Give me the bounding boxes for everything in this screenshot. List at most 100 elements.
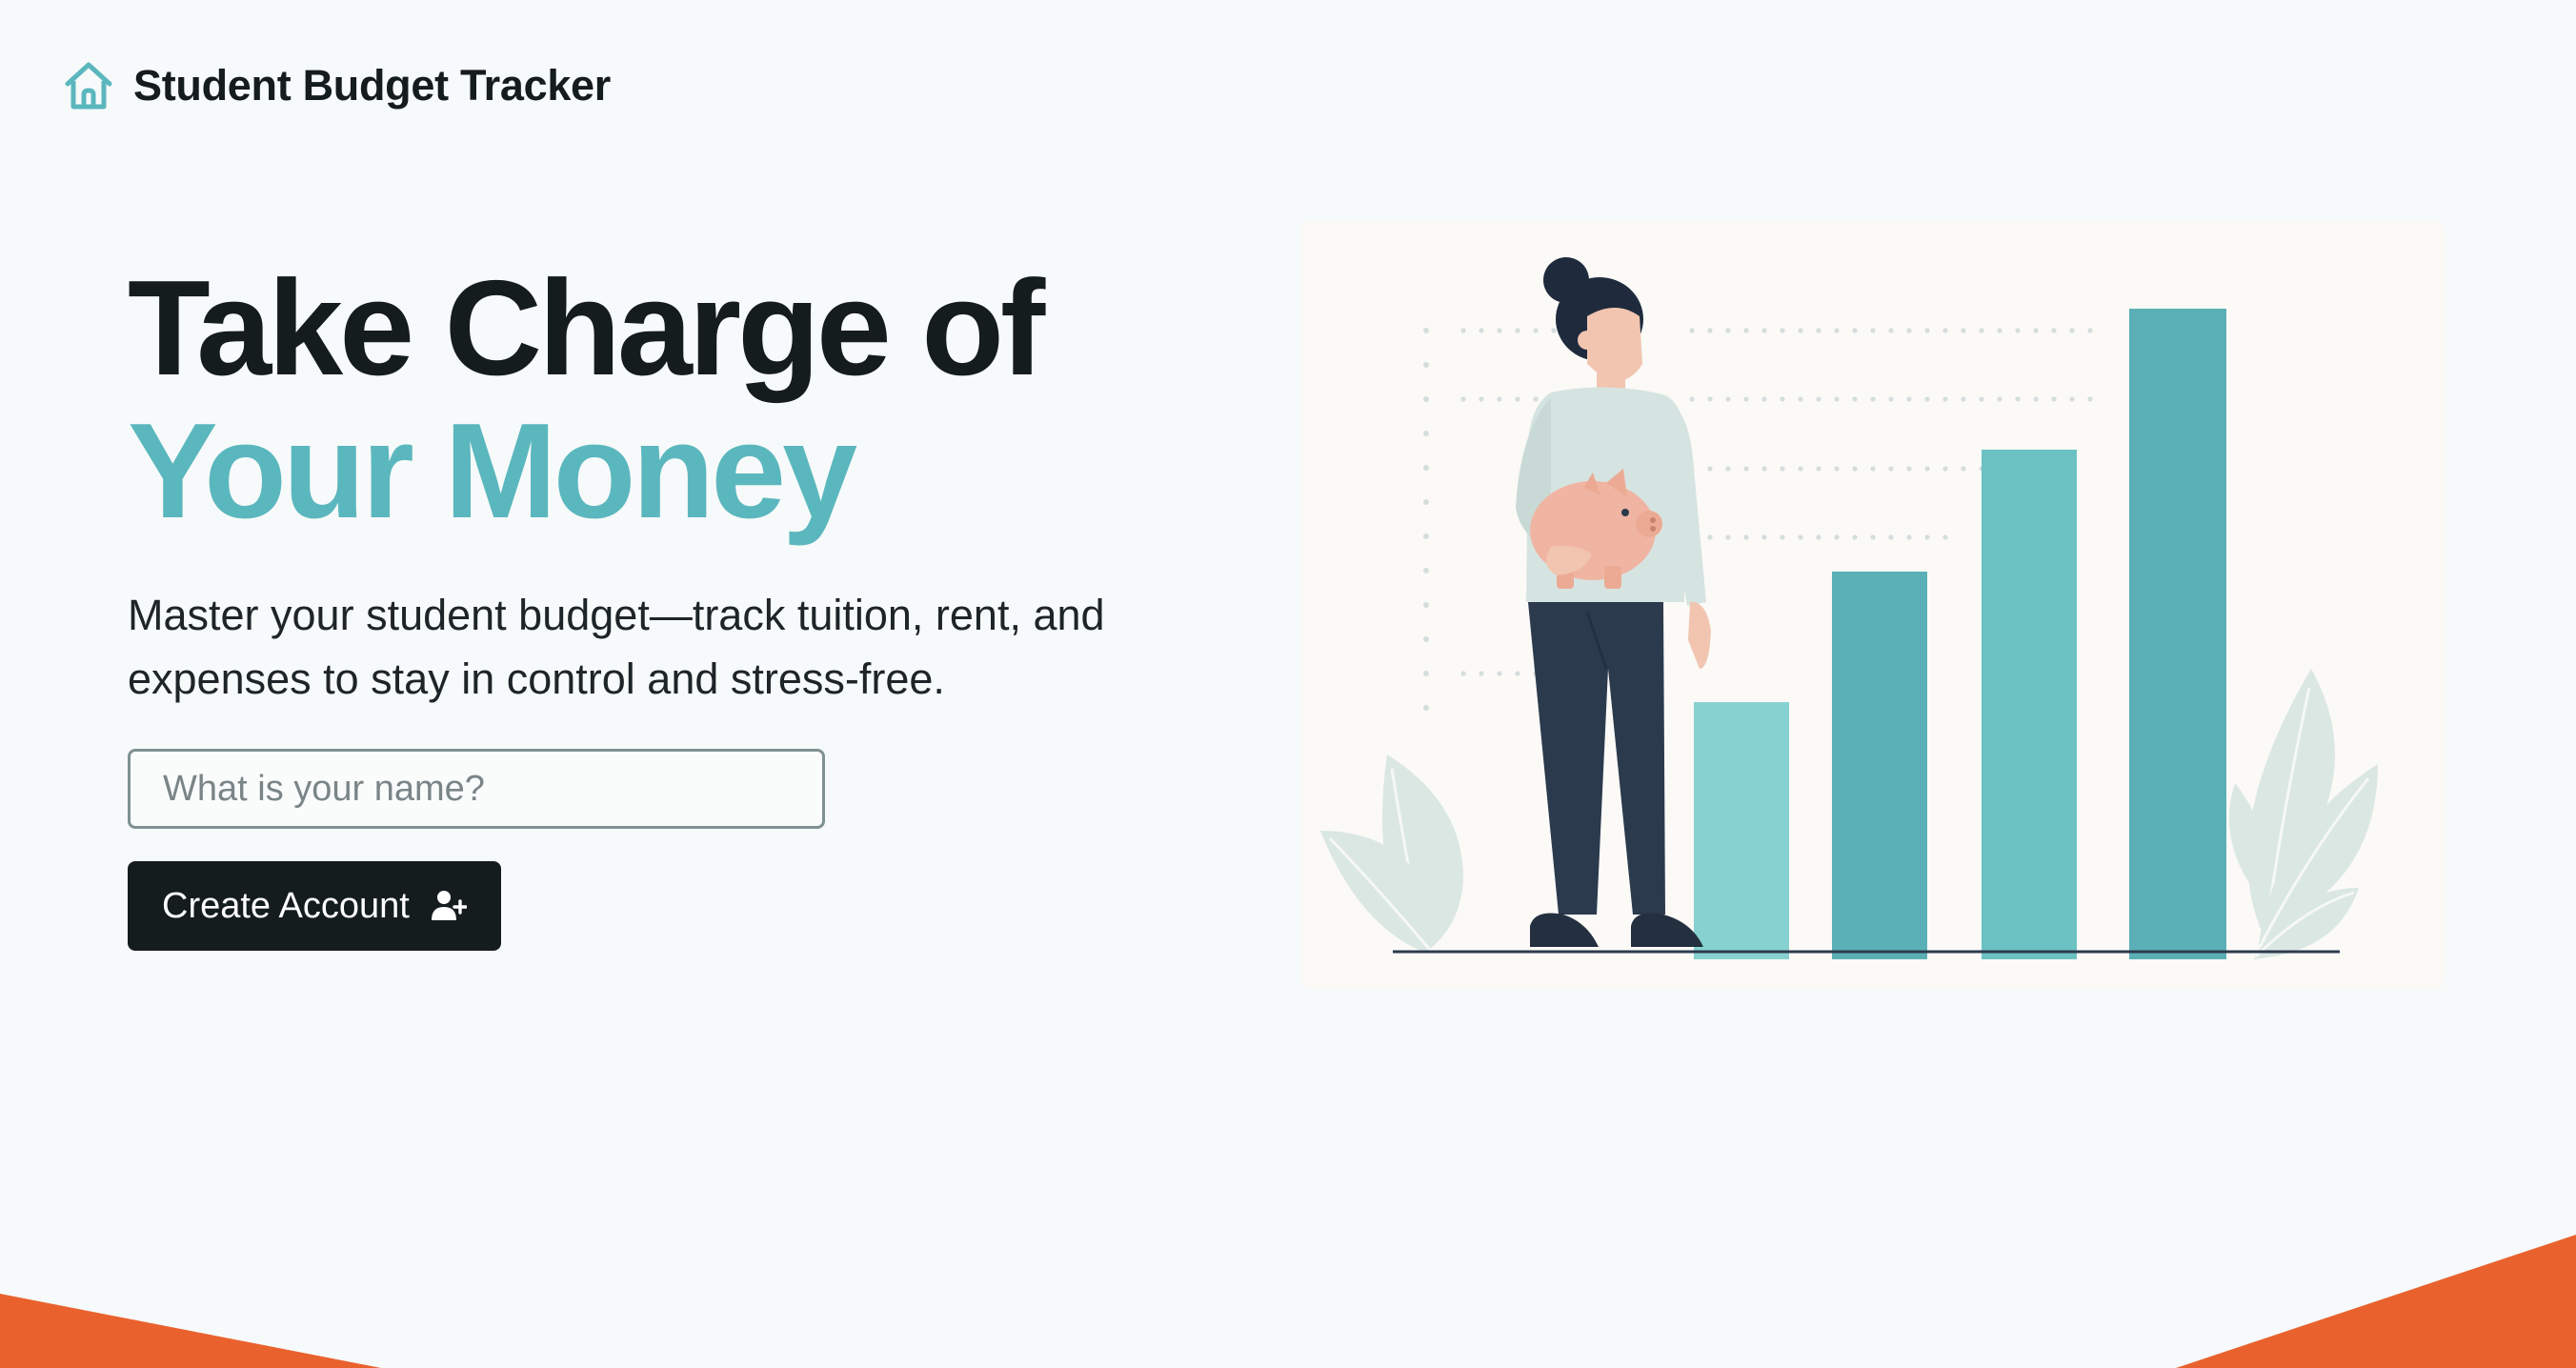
grid-dot [1888,396,1894,402]
grid-dot [1924,396,1930,402]
grid-dot [2051,328,2057,333]
grid-dot [2069,396,2075,402]
grid-dot [1725,466,1731,472]
grid-dot [1816,328,1821,333]
grid-dot [1870,466,1876,472]
grid-dot [1816,534,1821,540]
grid-dot [1423,705,1429,711]
grid-dot [1515,396,1520,402]
grid-dot [2033,396,2039,402]
grid-dot [1460,671,1466,676]
name-input[interactable] [128,749,825,829]
grid-dot [1725,534,1731,540]
grid-dot [1834,396,1840,402]
grid-dot [1515,671,1520,676]
grid-dot [1497,328,1502,333]
grid-dot [1725,328,1731,333]
grid-dot [1780,396,1785,402]
grid-dot [1689,328,1695,333]
grid-dot [2051,396,2057,402]
grid-dot [1707,328,1713,333]
grid-dot [1725,396,1731,402]
grid-dot [1888,328,1894,333]
create-account-label: Create Account [162,885,410,926]
grid-dot [1479,328,1484,333]
grid-dot [1423,396,1429,402]
grid-dot [1707,396,1713,402]
grid-dot [1780,328,1785,333]
grid-dot [1743,396,1749,402]
grid-dot [2087,396,2093,402]
grid-dot [1816,396,1821,402]
grid-dot [1423,568,1429,573]
grid-dot [1780,534,1785,540]
grid-dot [1423,431,1429,436]
grid-dot [2087,328,2093,333]
growth-bar-1 [1694,702,1789,959]
grid-dot [1852,466,1858,472]
grid-dot [1942,534,1948,540]
grid-dot [1743,466,1749,472]
grid-dot [1997,396,2002,402]
grid-dot [1497,396,1502,402]
grid-dot [1979,396,1984,402]
grid-dot [1924,534,1930,540]
grid-dot [1798,534,1803,540]
grid-dot [1460,396,1466,402]
grid-dot [1924,466,1930,472]
grid-dot [1852,534,1858,540]
grid-dot [1997,328,2002,333]
grid-dot [1423,602,1429,608]
grid-dot [2015,396,2021,402]
grid-dot [2033,328,2039,333]
headline-line-2: Your Money [128,395,857,547]
grid-dot [1924,328,1930,333]
grid-dot [1942,328,1948,333]
grid-dot [1942,396,1948,402]
grid-dot [1423,328,1429,333]
grid-dot [1423,533,1429,539]
grid-dot [1979,328,1984,333]
hero-subtitle: Master your student budget—track tuition… [128,591,1105,703]
grid-dot [1533,328,1539,333]
grid-dot [1423,499,1429,505]
grid-dot [1707,466,1713,472]
grid-dot [1834,328,1840,333]
grid-dot [1961,466,1966,472]
grid-dot [1906,466,1912,472]
grid-dot [1515,328,1520,333]
grid-dot [1761,328,1767,333]
grid-dot [1798,328,1803,333]
grid-dot [1761,466,1767,472]
hero-section: Take Charge of Your Money Master your st… [128,257,1233,951]
grid-dot [1961,396,1966,402]
grid-dot [1906,534,1912,540]
app-title[interactable]: Student Budget Tracker [133,61,611,111]
grid-dot [1689,396,1695,402]
hero-headline: Take Charge of Your Money [128,257,1233,543]
grid-dot [1761,396,1767,402]
grid-dot [1460,328,1466,333]
corner-shape-right [2176,1235,2576,1368]
grid-dot [1743,328,1749,333]
grid-dot [1780,466,1785,472]
grid-dot [1834,466,1840,472]
headline-line-1: Take Charge of [128,252,1045,404]
grid-dot [1533,396,1539,402]
growth-bar-4 [2129,309,2226,959]
grid-dot [1479,671,1484,676]
grid-dot [1423,362,1429,368]
grid-dot [1816,466,1821,472]
grid-dot [1707,534,1713,540]
corner-shape-left [0,1294,381,1368]
grid-dot [1852,396,1858,402]
home-icon[interactable] [61,58,116,113]
grid-dot [1798,396,1803,402]
grid-dot [1423,671,1429,676]
grid-dot [1834,534,1840,540]
grid-dot [1423,465,1429,471]
hero-illustration [1301,221,2445,989]
growth-bar-2 [1832,572,1927,959]
create-account-button[interactable]: Create Account [128,861,501,951]
grid-dot [1798,466,1803,472]
